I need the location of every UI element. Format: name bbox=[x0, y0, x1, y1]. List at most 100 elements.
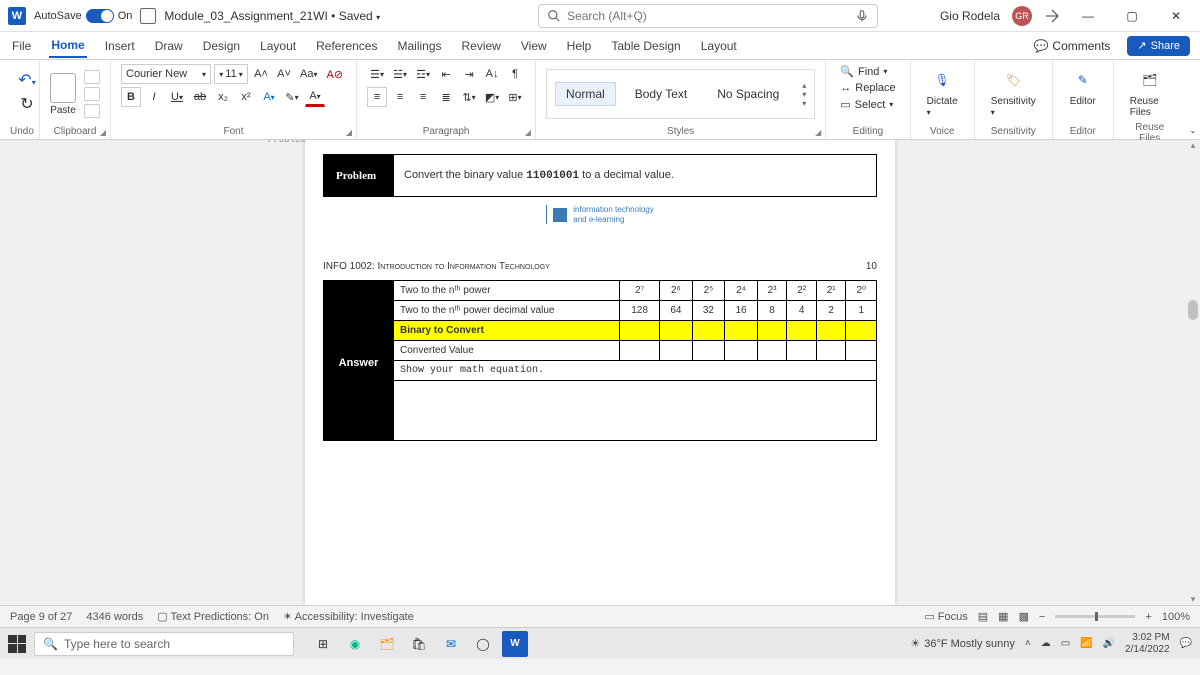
styles-gallery[interactable]: Normal Body Text No Spacing ▴▾▾ bbox=[546, 69, 815, 119]
status-predictions[interactable]: ▢ Text Predictions: On bbox=[157, 610, 269, 623]
answer-table[interactable]: Two to the nᵗʰ power 2⁷ 2⁶ 2⁵ 2⁴ 2³ 2² 2… bbox=[323, 280, 877, 441]
explorer-icon[interactable]: 🗂 bbox=[374, 631, 400, 657]
shrink-font-button[interactable]: A˅ bbox=[274, 64, 294, 84]
cell-conv-2[interactable] bbox=[787, 340, 817, 360]
cell-dec-1[interactable]: 1 bbox=[846, 300, 877, 320]
mic-icon[interactable] bbox=[855, 9, 869, 23]
clear-format-button[interactable]: A⊘ bbox=[323, 64, 346, 84]
find-button[interactable]: 🔍 Find ▾ bbox=[836, 64, 899, 79]
cell-power-7[interactable]: 2⁷ bbox=[620, 280, 660, 300]
cell-binary-3[interactable] bbox=[757, 320, 787, 340]
tray-chevron[interactable]: ˄ bbox=[1025, 638, 1031, 649]
search-box[interactable] bbox=[538, 4, 878, 28]
weather-widget[interactable]: ☀ 36°F Mostly sunny bbox=[910, 637, 1014, 650]
shading-button[interactable]: ◩▾ bbox=[482, 87, 502, 107]
tab-table-layout[interactable]: Layout bbox=[699, 35, 739, 57]
tab-design[interactable]: Design bbox=[201, 35, 242, 57]
editor-button[interactable]: ✎ Editor bbox=[1063, 64, 1103, 109]
problem-text[interactable]: Convert the binary value 11001001 to a d… bbox=[394, 155, 876, 196]
zoom-out-button[interactable]: − bbox=[1039, 611, 1045, 623]
search-input[interactable] bbox=[567, 9, 849, 23]
cell-dec-32[interactable]: 32 bbox=[692, 300, 725, 320]
font-name-select[interactable]: Courier New▾ bbox=[121, 64, 211, 84]
tab-draw[interactable]: Draw bbox=[153, 35, 185, 57]
cell-power-1[interactable]: 2¹ bbox=[816, 280, 846, 300]
cell-power-5[interactable]: 2⁵ bbox=[692, 280, 725, 300]
zoom-in-button[interactable]: + bbox=[1145, 611, 1151, 623]
tab-insert[interactable]: Insert bbox=[103, 35, 137, 57]
strike-button[interactable]: ab bbox=[190, 87, 210, 107]
align-right-button[interactable]: ≡ bbox=[413, 87, 433, 107]
tab-review[interactable]: Review bbox=[460, 35, 503, 57]
increase-indent-button[interactable]: ⇥ bbox=[459, 64, 479, 84]
notifications-icon[interactable]: 💬 bbox=[1180, 638, 1192, 649]
close-button[interactable]: ✕ bbox=[1160, 4, 1192, 28]
autosave-toggle[interactable] bbox=[86, 9, 114, 23]
dictate-button[interactable]: 🎙 Dictate▾ bbox=[921, 64, 964, 120]
save-icon[interactable] bbox=[140, 8, 156, 24]
volume-icon[interactable]: 🔊 bbox=[1103, 638, 1115, 649]
cell-binary-2[interactable] bbox=[787, 320, 817, 340]
cell-power-4[interactable]: 2⁴ bbox=[725, 280, 758, 300]
start-button[interactable] bbox=[8, 635, 26, 653]
view-print-button[interactable]: ▦ bbox=[998, 610, 1008, 623]
replace-button[interactable]: ↔ Replace bbox=[836, 81, 899, 95]
style-no-spacing[interactable]: No Spacing bbox=[706, 82, 790, 106]
sensitivity-button[interactable]: 🏷 Sensitivity▾ bbox=[985, 64, 1042, 120]
cell-conv-0[interactable] bbox=[846, 340, 877, 360]
store-icon[interactable]: 🛍 bbox=[406, 631, 432, 657]
format-painter-button[interactable] bbox=[84, 104, 100, 118]
ribbon-mode-icon[interactable] bbox=[1044, 8, 1060, 24]
tab-view[interactable]: View bbox=[519, 35, 549, 57]
styles-launcher[interactable]: ◢ bbox=[815, 128, 821, 137]
change-case-button[interactable]: Aa▾ bbox=[297, 64, 320, 84]
cell-dec-16[interactable]: 16 bbox=[725, 300, 758, 320]
cell-dec-2[interactable]: 2 bbox=[816, 300, 846, 320]
avatar[interactable]: GR bbox=[1012, 6, 1032, 26]
multilevel-button[interactable]: ☲▾ bbox=[413, 64, 433, 84]
cut-button[interactable] bbox=[84, 70, 100, 84]
document-title[interactable]: Module_03_Assignment_21WI • Saved ▾ bbox=[164, 9, 380, 23]
tab-help[interactable]: Help bbox=[565, 35, 594, 57]
align-center-button[interactable]: ≡ bbox=[390, 87, 410, 107]
clipboard-launcher[interactable]: ◢ bbox=[100, 128, 106, 137]
style-body-text[interactable]: Body Text bbox=[624, 82, 698, 106]
page[interactable]: Problem Convert the binary value 1100100… bbox=[305, 140, 895, 605]
undo-button[interactable]: ↶▾ bbox=[18, 70, 35, 90]
user-name[interactable]: Gio Rodela bbox=[940, 9, 1000, 23]
superscript-button[interactable]: x² bbox=[236, 87, 256, 107]
highlight-button[interactable]: ✎▾ bbox=[282, 87, 302, 107]
cell-power-0[interactable]: 2⁰ bbox=[846, 280, 877, 300]
bullets-button[interactable]: ☰▾ bbox=[367, 64, 387, 84]
document-area[interactable]: Problem #2 Problem Convert the binary va… bbox=[0, 140, 1200, 605]
row-math-label[interactable]: Show your math equation. bbox=[394, 360, 877, 380]
cell-binary-4[interactable] bbox=[725, 320, 758, 340]
subscript-button[interactable]: x₂ bbox=[213, 87, 233, 107]
show-marks-button[interactable]: ¶ bbox=[505, 64, 525, 84]
view-web-button[interactable]: ▩ bbox=[1019, 610, 1029, 623]
cell-dec-8[interactable]: 8 bbox=[757, 300, 787, 320]
status-words[interactable]: 4346 words bbox=[86, 611, 143, 623]
numbering-button[interactable]: ☱▾ bbox=[390, 64, 410, 84]
wifi-icon[interactable]: 📶 bbox=[1080, 638, 1092, 649]
mail-icon[interactable]: ✉ bbox=[438, 631, 464, 657]
redo-button[interactable]: ↻ bbox=[20, 94, 33, 114]
font-size-select[interactable]: ▾11▾ bbox=[214, 64, 248, 84]
task-view-icon[interactable]: ⊞ bbox=[310, 631, 336, 657]
text-effects-button[interactable]: A▾ bbox=[259, 87, 279, 107]
battery-icon[interactable]: ▭ bbox=[1061, 638, 1070, 649]
tab-mailings[interactable]: Mailings bbox=[395, 35, 443, 57]
cell-conv-1[interactable] bbox=[816, 340, 846, 360]
onedrive-icon[interactable]: ☁ bbox=[1041, 638, 1051, 649]
cell-dec-4[interactable]: 4 bbox=[787, 300, 817, 320]
line-spacing-button[interactable]: ⇅▾ bbox=[459, 87, 479, 107]
sort-button[interactable]: A↓ bbox=[482, 64, 502, 84]
tab-home[interactable]: Home bbox=[49, 34, 86, 58]
scrollbar-thumb[interactable] bbox=[1188, 300, 1198, 320]
cell-conv-6[interactable] bbox=[660, 340, 693, 360]
justify-button[interactable]: ≣ bbox=[436, 87, 456, 107]
bold-button[interactable]: B bbox=[121, 87, 141, 107]
font-launcher[interactable]: ◢ bbox=[346, 128, 352, 137]
minimize-button[interactable]: — bbox=[1072, 4, 1104, 28]
status-page[interactable]: Page 9 of 27 bbox=[10, 611, 72, 623]
